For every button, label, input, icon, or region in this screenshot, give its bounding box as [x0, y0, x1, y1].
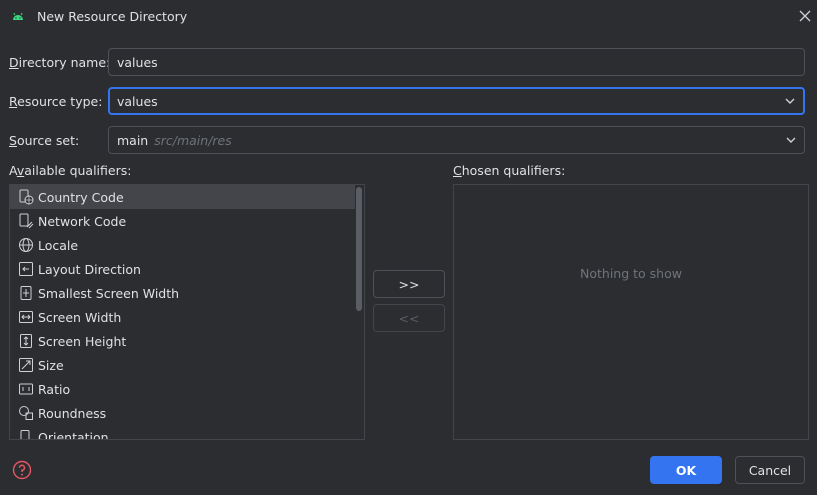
ratio-icon: [19, 383, 33, 395]
qualifier-item[interactable]: Orientation: [10, 425, 355, 440]
screen-height-icon: [20, 334, 32, 348]
qualifier-item[interactable]: Locale: [10, 233, 355, 257]
qualifier-label: Size: [38, 357, 64, 373]
source-set-value: main: [117, 132, 149, 148]
qualifier-label: Layout Direction: [38, 261, 141, 277]
roundness-icon: [19, 406, 33, 420]
source-set-label: Source set:: [9, 133, 80, 148]
remove-qualifier-button[interactable]: <<: [373, 304, 445, 332]
cancel-button[interactable]: Cancel: [735, 456, 805, 484]
directory-name-label: Directory name:: [9, 55, 111, 70]
screen-width-icon: [19, 311, 33, 323]
qualifier-item[interactable]: Country Code: [10, 185, 355, 209]
window-title: New Resource Directory: [37, 9, 188, 24]
ok-button[interactable]: OK: [650, 456, 722, 484]
layout-direction-icon: [19, 262, 33, 276]
qualifier-item[interactable]: Screen Height: [10, 329, 355, 353]
qualifier-item[interactable]: Roundness: [10, 401, 355, 425]
chevron-down-icon: [786, 137, 796, 143]
resource-type-value: values: [117, 93, 158, 109]
resource-type-label: Resource type:: [9, 94, 103, 109]
resource-type-dropdown[interactable]: values: [108, 87, 805, 115]
qualifier-item[interactable]: Smallest Screen Width: [10, 281, 355, 305]
qualifier-label: Ratio: [38, 381, 71, 397]
qualifier-label: Screen Width: [38, 309, 122, 325]
country-code-icon: [19, 189, 34, 205]
close-icon[interactable]: [797, 8, 813, 24]
qualifier-label: Screen Height: [38, 333, 127, 349]
android-icon: [13, 12, 23, 20]
directory-name-field[interactable]: values: [108, 48, 805, 76]
add-qualifier-button[interactable]: >>: [373, 270, 445, 298]
size-icon: [19, 358, 33, 372]
qualifier-item[interactable]: Size: [10, 353, 355, 377]
directory-name-value: values: [117, 54, 158, 70]
qualifier-item[interactable]: Screen Width: [10, 305, 355, 329]
available-qualifiers-list[interactable]: Country Code Network Code Locale Layout Dir…: [9, 184, 365, 440]
qualifier-item[interactable]: Network Code: [10, 209, 355, 233]
list-scrollbar[interactable]: [356, 187, 362, 311]
qualifier-item[interactable]: Layout Direction: [10, 257, 355, 281]
available-qualifiers-label: Available qualifiers:: [9, 163, 132, 178]
qualifier-item[interactable]: Ratio: [10, 377, 355, 401]
source-set-hint: src/main/res: [154, 132, 232, 148]
chevron-down-icon: [785, 98, 795, 104]
qualifier-label: Roundness: [38, 405, 107, 421]
network-code-icon: [19, 213, 34, 229]
qualifier-label: Country Code: [38, 189, 124, 205]
help-icon[interactable]: [12, 460, 32, 480]
chosen-qualifiers-label: Chosen qualifiers:: [453, 163, 566, 178]
qualifier-label: Network Code: [38, 213, 127, 229]
qualifier-label: Orientation: [38, 429, 109, 440]
orientation-icon: [20, 430, 30, 439]
source-set-dropdown[interactable]: main src/main/res: [108, 126, 805, 154]
empty-state-text: Nothing to show: [580, 265, 682, 281]
chosen-qualifiers-list[interactable]: Nothing to show: [453, 184, 809, 440]
qualifier-label: Locale: [38, 237, 79, 253]
globe-icon: [19, 238, 33, 252]
smallest-width-icon: [20, 286, 32, 300]
qualifier-label: Smallest Screen Width: [38, 285, 180, 301]
